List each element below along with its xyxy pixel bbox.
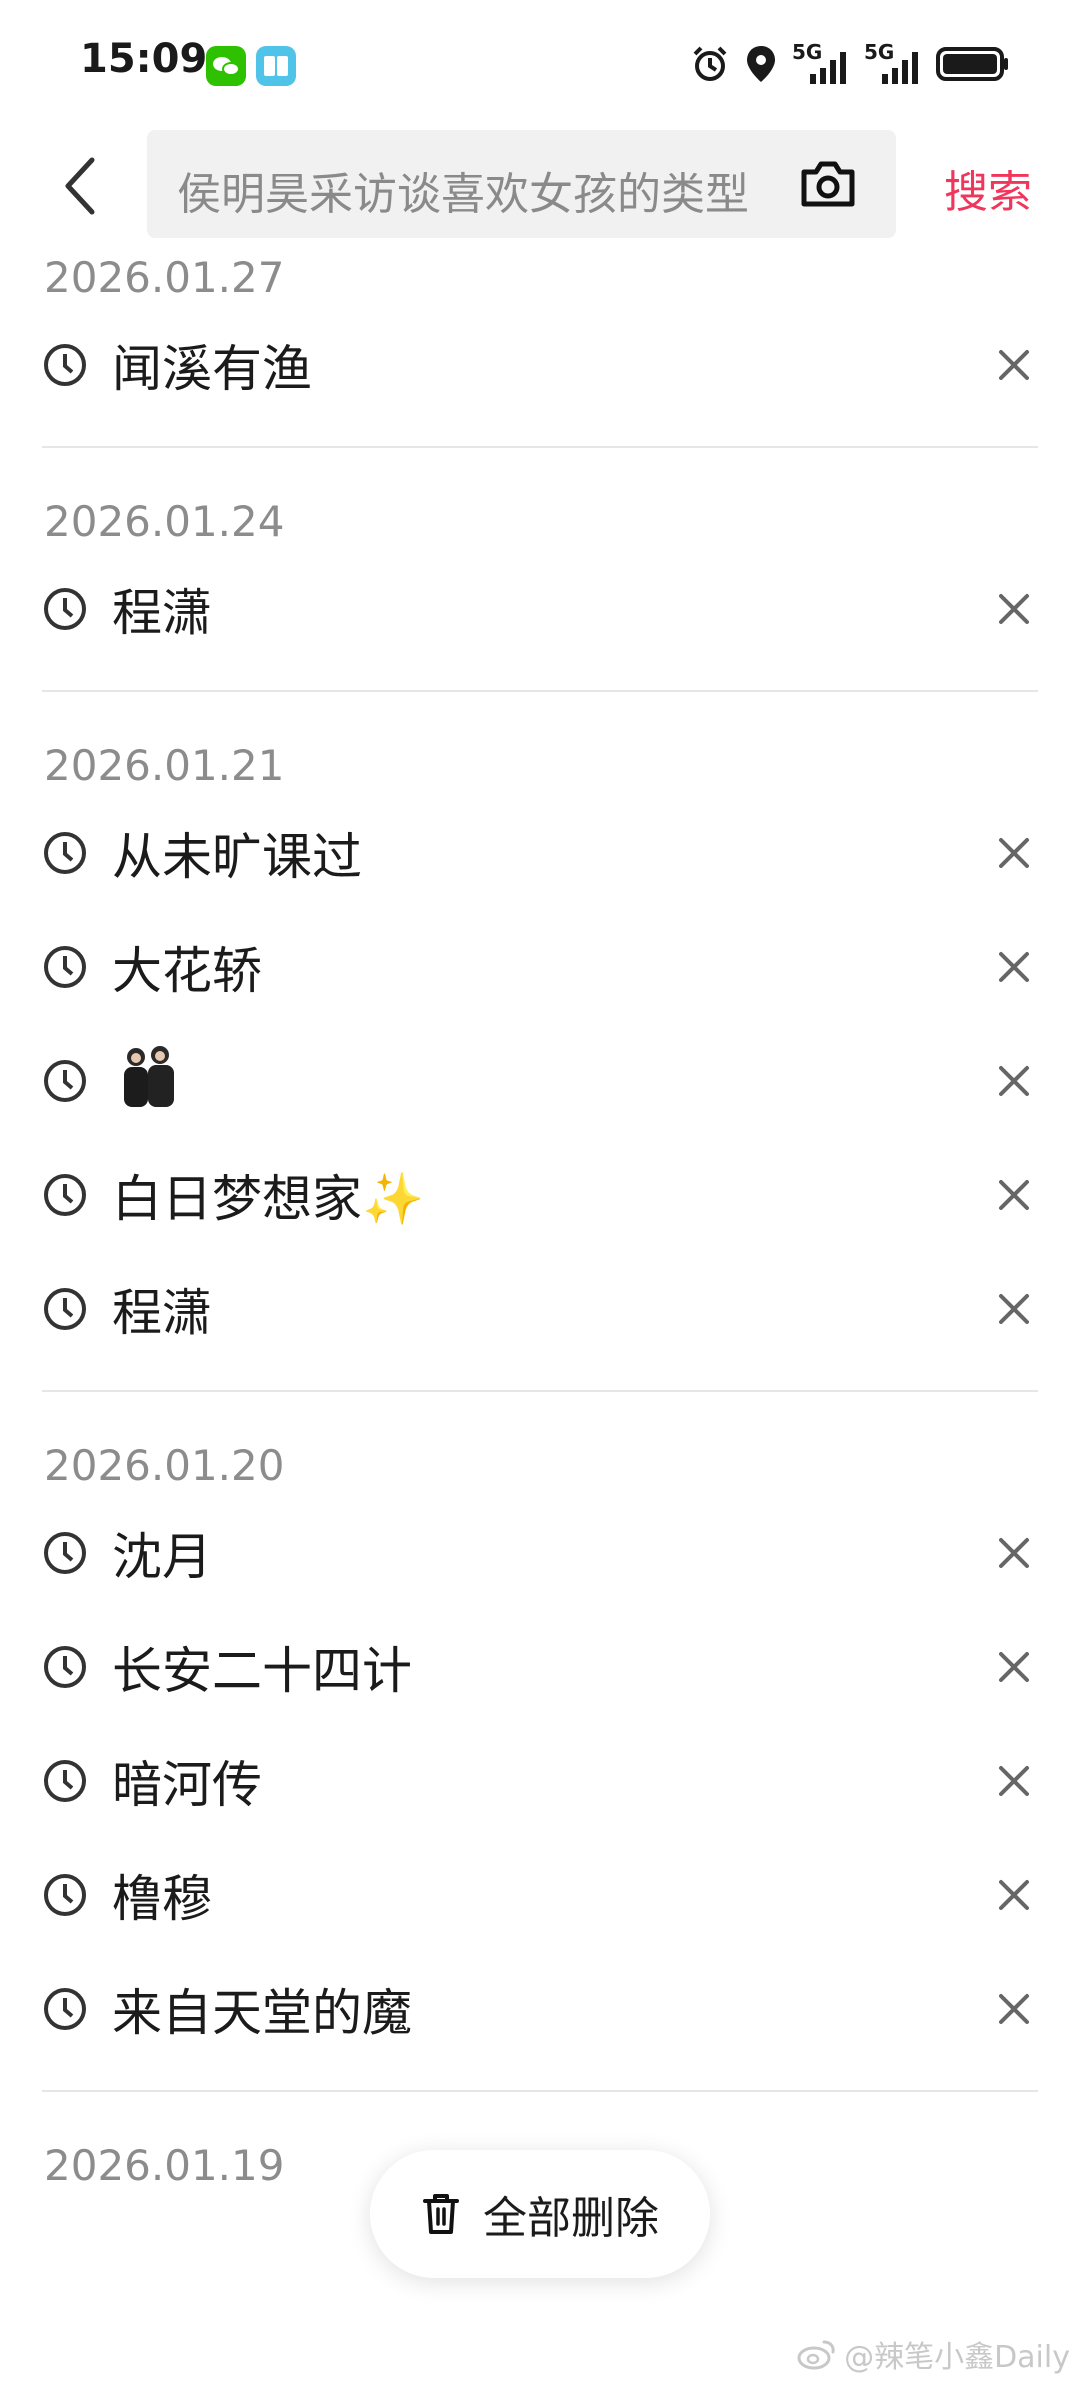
history-item-label: 闻溪有渔 xyxy=(112,340,312,398)
alarm-icon xyxy=(690,44,730,88)
close-icon[interactable] xyxy=(998,1879,1030,1911)
history-item-label: 橹穆 xyxy=(112,1870,212,1928)
two-people-image xyxy=(112,1039,184,1111)
delete-all-button[interactable]: 全部删除 xyxy=(370,2150,710,2278)
clock-icon xyxy=(44,1532,86,1574)
history-item-label: 大花轿 xyxy=(112,942,262,1000)
history-item-label: 暗河传 xyxy=(112,1756,262,1814)
history-item[interactable]: 白日梦想家✨ xyxy=(42,1138,1038,1252)
clock-icon xyxy=(44,1988,86,2030)
trash-icon xyxy=(423,2194,459,2234)
history-date: 2026.01.21 xyxy=(44,741,285,790)
history-item-label: 白日梦想家✨ xyxy=(112,1170,425,1228)
delete-all-label: 全部删除 xyxy=(483,2193,659,2244)
close-icon[interactable] xyxy=(998,349,1030,381)
search-history-list: 2026.01.27 闻溪有渔 2026.01.24 程潇 2026.01.21… xyxy=(0,244,1080,2220)
history-item[interactable] xyxy=(42,1024,1038,1138)
history-item-label: 来自天堂的魔 xyxy=(112,1984,412,2042)
battery-icon xyxy=(936,46,1010,86)
clock-icon xyxy=(44,1174,86,1216)
close-icon[interactable] xyxy=(998,951,1030,983)
weibo-icon xyxy=(797,2340,835,2370)
history-date: 2026.01.24 xyxy=(44,497,285,546)
history-item[interactable]: 来自天堂的魔 xyxy=(42,1952,1038,2066)
clock-icon xyxy=(44,946,86,988)
close-icon[interactable] xyxy=(998,837,1030,869)
history-item[interactable]: 橹穆 xyxy=(42,1838,1038,1952)
camera-search-button[interactable] xyxy=(798,158,858,210)
clock-icon xyxy=(44,832,86,874)
status-bar: 15:09 5G 5G xyxy=(0,0,1080,128)
history-item[interactable]: 长安二十四计 xyxy=(42,1610,1038,1724)
watermark: @辣笔小鑫Daily xyxy=(796,2332,1070,2376)
close-icon[interactable] xyxy=(998,1993,1030,2025)
history-date: 2026.01.27 xyxy=(44,253,285,302)
history-item[interactable]: 程潇 xyxy=(42,552,1038,666)
history-group: 2026.01.20 沈月 长安二十四计 暗河传 橹穆 来自天堂的魔 xyxy=(42,1392,1038,2092)
close-icon[interactable] xyxy=(998,1651,1030,1683)
history-item-label: 从未旷课过 xyxy=(112,828,362,886)
clock-icon xyxy=(44,1288,86,1330)
history-item-label: 程潇 xyxy=(112,584,212,642)
history-item[interactable]: 沈月 xyxy=(42,1496,1038,1610)
clock-icon xyxy=(44,1646,86,1688)
history-item[interactable]: 从未旷课过 xyxy=(42,796,1038,910)
location-icon xyxy=(744,44,778,88)
close-icon[interactable] xyxy=(998,1537,1030,1569)
history-item[interactable]: 程潇 xyxy=(42,1252,1038,1366)
status-time: 15:09 xyxy=(80,36,208,82)
screen: 15:09 5G 5G 侯明昊采访谈喜欢女孩的类型 搜索 2026.01.27 … xyxy=(0,0,1080,2392)
signal-icon-1: 5G xyxy=(792,40,850,86)
search-input-text: 侯明昊采访谈喜欢女孩的类型 xyxy=(177,169,749,220)
close-icon[interactable] xyxy=(998,1179,1030,1211)
history-item-image-label xyxy=(112,1039,184,1123)
history-item-label: 程潇 xyxy=(112,1284,212,1342)
history-date: 2026.01.20 xyxy=(44,1441,285,1490)
close-icon[interactable] xyxy=(998,1765,1030,1797)
history-group: 2026.01.21 从未旷课过 大花轿 白日梦想家✨ 程潇 xyxy=(42,692,1038,1392)
reader-app-icon xyxy=(256,46,296,86)
status-icons: 5G 5G xyxy=(690,40,1010,88)
search-input[interactable]: 侯明昊采访谈喜欢女孩的类型 xyxy=(147,130,896,238)
clock-icon xyxy=(44,1874,86,1916)
search-button[interactable]: 搜索 xyxy=(944,156,1032,220)
back-button[interactable] xyxy=(44,150,116,222)
history-group: 2026.01.24 程潇 xyxy=(42,448,1038,692)
close-icon[interactable] xyxy=(998,1065,1030,1097)
history-item-label: 长安二十四计 xyxy=(112,1642,412,1700)
search-header: 侯明昊采访谈喜欢女孩的类型 搜索 xyxy=(0,128,1080,244)
history-group: 2026.01.27 闻溪有渔 xyxy=(42,248,1038,448)
history-item[interactable]: 暗河传 xyxy=(42,1724,1038,1838)
wechat-icon xyxy=(206,46,246,86)
clock-icon xyxy=(44,1760,86,1802)
clock-icon xyxy=(44,588,86,630)
history-item-label: 沈月 xyxy=(112,1528,212,1586)
signal-icon-2: 5G xyxy=(864,40,922,86)
history-item[interactable]: 闻溪有渔 xyxy=(42,308,1038,422)
close-icon[interactable] xyxy=(998,593,1030,625)
chevron-left-icon xyxy=(65,157,95,215)
clock-icon xyxy=(44,344,86,386)
close-icon[interactable] xyxy=(998,1293,1030,1325)
camera-icon xyxy=(801,161,855,207)
clock-icon xyxy=(44,1060,86,1102)
history-item[interactable]: 大花轿 xyxy=(42,910,1038,1024)
watermark-text: @辣笔小鑫Daily xyxy=(844,2340,1070,2375)
